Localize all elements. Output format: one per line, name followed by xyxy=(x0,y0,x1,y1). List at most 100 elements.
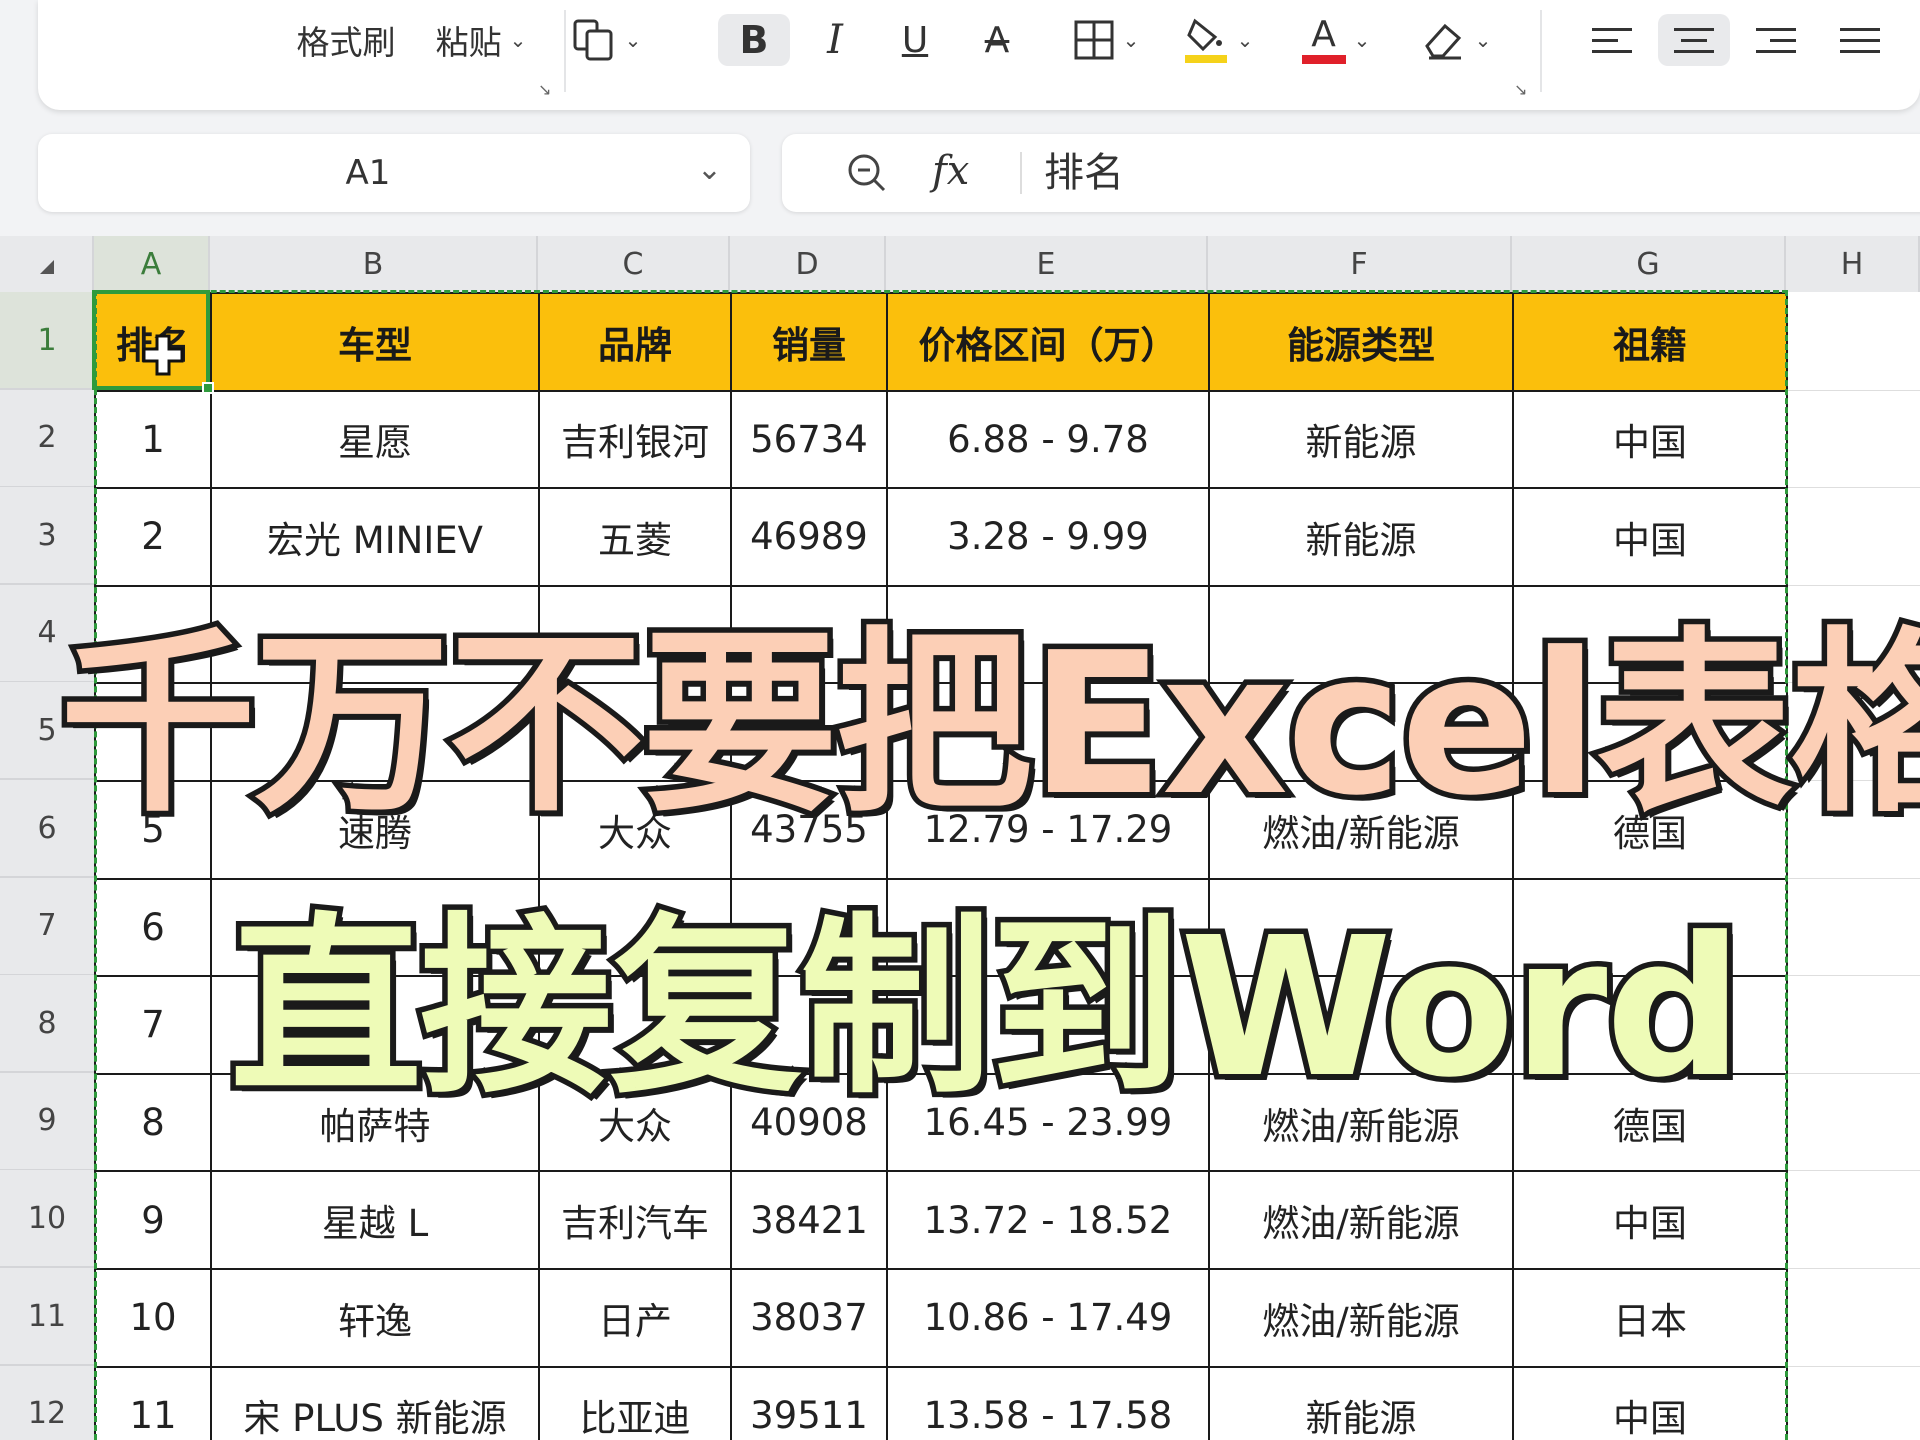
select-all-corner[interactable] xyxy=(0,236,94,292)
table-row: 10 轩逸 日产 38037 10.86 - 17.49 燃油/新能源 日本 xyxy=(94,1267,1788,1368)
chevron-down-icon: ⌄ xyxy=(1474,28,1492,52)
align-right-button[interactable] xyxy=(1740,14,1812,66)
caption-line-1: 千万不要把Excel表格 xyxy=(55,606,1920,845)
column-header-g[interactable]: G xyxy=(1512,236,1786,292)
table-cell[interactable]: 8 xyxy=(94,1072,212,1173)
table-cell[interactable]: 新能源 xyxy=(1208,1365,1514,1440)
insert-function-button[interactable]: fx xyxy=(932,148,969,194)
formula-separator xyxy=(1020,152,1022,194)
table-cell[interactable]: 吉利汽车 xyxy=(538,1170,732,1270)
row-header-2[interactable]: 2 xyxy=(0,389,94,488)
row-header-7[interactable]: 7 xyxy=(0,877,94,976)
table-cell[interactable]: 中国 xyxy=(1512,389,1788,490)
column-header-h[interactable]: H xyxy=(1786,236,1920,292)
header-cell[interactable]: 车型 xyxy=(210,292,540,392)
table-cell[interactable]: 9 xyxy=(94,1170,212,1270)
table-row: 9 星越 L 吉利汽车 38421 13.72 - 18.52 燃油/新能源 中国 xyxy=(94,1170,1788,1270)
row-header-11[interactable]: 11 xyxy=(0,1268,94,1366)
paste-button[interactable]: 粘贴 ⌄ xyxy=(422,14,540,66)
clear-format-button[interactable]: ⌄ xyxy=(1408,14,1504,66)
clipboard-icon xyxy=(573,19,613,61)
table-cell[interactable]: 日产 xyxy=(538,1267,732,1368)
table-row: 1 星愿 吉利银河 56734 6.88 - 9.78 新能源 中国 xyxy=(94,389,1788,490)
column-header-b[interactable]: B xyxy=(210,236,538,292)
formula-bar[interactable]: fx 排名 xyxy=(782,134,1920,212)
row-header-10[interactable]: 10 xyxy=(0,1170,94,1269)
fill-handle[interactable] xyxy=(202,382,214,394)
ribbon-separator xyxy=(1540,10,1542,92)
row-header-12[interactable]: 12 xyxy=(0,1365,94,1440)
dialog-launcher-icon[interactable]: ↘ xyxy=(538,80,551,99)
header-cell[interactable]: 祖籍 xyxy=(1512,292,1788,392)
align-left-icon xyxy=(1592,20,1632,60)
table-cell[interactable]: 10 xyxy=(94,1267,212,1368)
justify-button[interactable] xyxy=(1824,14,1896,66)
font-color-icon: A xyxy=(1311,13,1336,55)
table-cell[interactable]: 中国 xyxy=(1512,1170,1788,1270)
gridline xyxy=(1786,1365,1920,1367)
header-cell[interactable]: 销量 xyxy=(730,292,888,392)
strikethrough-button[interactable]: A xyxy=(966,14,1028,66)
dialog-launcher-icon[interactable]: ↘ xyxy=(1514,80,1527,99)
underline-icon: U xyxy=(901,19,929,61)
table-cell[interactable]: 10.86 - 17.49 xyxy=(886,1267,1210,1368)
align-center-button[interactable] xyxy=(1658,14,1730,66)
table-cell[interactable]: 宋 PLUS 新能源 xyxy=(210,1365,540,1440)
table-cell[interactable]: 38037 xyxy=(730,1267,888,1368)
format-painter-label: 格式刷 xyxy=(296,23,396,62)
cell-reference: A1 xyxy=(345,153,391,193)
underline-button[interactable]: U xyxy=(884,14,946,66)
row-header-1[interactable]: 1 xyxy=(0,292,94,390)
paint-bucket-icon xyxy=(1184,18,1227,63)
chevron-down-icon[interactable]: ⌄ xyxy=(697,152,722,187)
table-cell[interactable]: 6 xyxy=(94,877,212,978)
table-cell[interactable]: 燃油/新能源 xyxy=(1208,1267,1514,1368)
table-cell[interactable]: 比亚迪 xyxy=(538,1365,732,1440)
paste-label: 粘贴 xyxy=(435,23,502,62)
column-header-a[interactable]: A xyxy=(94,236,210,292)
column-header-d[interactable]: D xyxy=(730,236,886,292)
format-painter-button[interactable]: 格式刷 xyxy=(284,14,408,66)
formula-value[interactable]: 排名 xyxy=(1044,134,1124,212)
table-cell[interactable]: 6.88 - 9.78 xyxy=(886,389,1210,490)
name-box[interactable]: A1 ⌄ xyxy=(38,134,750,212)
table-cell[interactable]: 新能源 xyxy=(1208,389,1514,490)
gridline xyxy=(1786,487,1920,489)
font-color-button[interactable]: A ⌄ xyxy=(1288,14,1384,66)
table-cell[interactable]: 1 xyxy=(94,389,212,490)
align-left-button[interactable] xyxy=(1576,14,1648,66)
column-header-f[interactable]: F xyxy=(1208,236,1512,292)
table-cell[interactable]: 7 xyxy=(94,975,212,1075)
borders-button[interactable]: ⌄ xyxy=(1058,14,1154,66)
gridline xyxy=(1786,1072,1920,1074)
table-cell[interactable]: 11 xyxy=(94,1365,212,1440)
table-cell[interactable]: 星愿 xyxy=(210,389,540,490)
table-cell[interactable]: 吉利银河 xyxy=(538,389,732,490)
row-header-9[interactable]: 9 xyxy=(0,1072,94,1171)
header-cell[interactable]: 品牌 xyxy=(538,292,732,392)
table-cell[interactable]: 轩逸 xyxy=(210,1267,540,1368)
header-cell[interactable]: 价格区间（万） xyxy=(886,292,1210,392)
paste-special-button[interactable]: ⌄ xyxy=(560,14,652,66)
header-cell[interactable]: 能源类型 xyxy=(1208,292,1514,392)
table-cell[interactable]: 13.72 - 18.52 xyxy=(886,1170,1210,1270)
table-cell[interactable]: 中国 xyxy=(1512,1365,1788,1440)
chevron-down-icon: ⌄ xyxy=(1353,28,1371,52)
zoom-icon[interactable] xyxy=(846,152,888,203)
table-cell[interactable]: 38421 xyxy=(730,1170,888,1270)
table-cell[interactable]: 56734 xyxy=(730,389,888,490)
fill-color-button[interactable]: ⌄ xyxy=(1170,14,1266,66)
gridline xyxy=(1786,389,1920,391)
table-cell[interactable]: 星越 L xyxy=(210,1170,540,1270)
caption-line-2: 直接复制到Word xyxy=(225,892,1749,1126)
italic-button[interactable]: I xyxy=(804,14,866,66)
column-header-e[interactable]: E xyxy=(886,236,1208,292)
eraser-icon xyxy=(1424,23,1461,60)
bold-button[interactable]: B xyxy=(718,14,790,66)
table-cell[interactable]: 日本 xyxy=(1512,1267,1788,1368)
table-cell[interactable]: 燃油/新能源 xyxy=(1208,1170,1514,1270)
column-header-c[interactable]: C xyxy=(538,236,730,292)
table-cell[interactable]: 39511 xyxy=(730,1365,888,1440)
row-header-8[interactable]: 8 xyxy=(0,975,94,1074)
table-cell[interactable]: 13.58 - 17.58 xyxy=(886,1365,1210,1440)
